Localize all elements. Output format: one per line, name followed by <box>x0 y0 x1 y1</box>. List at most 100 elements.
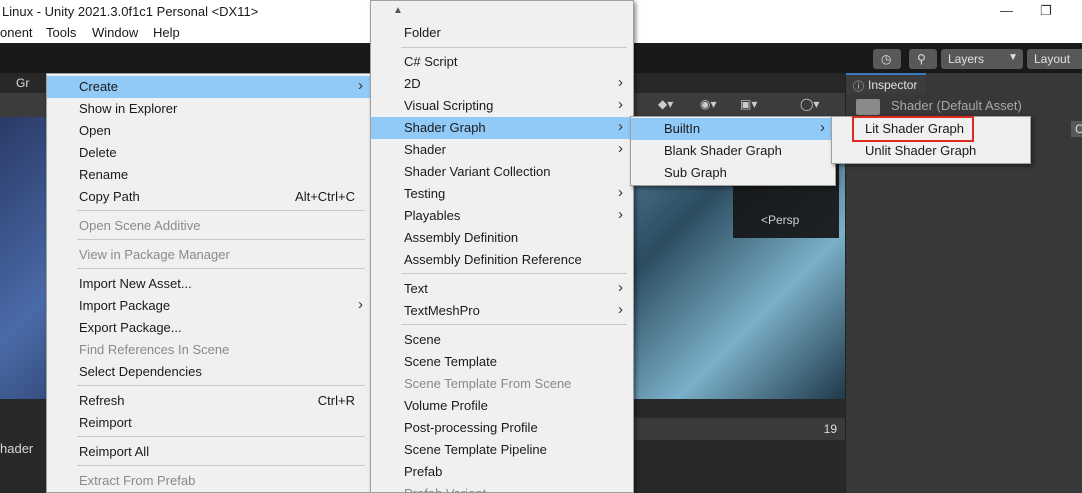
menu-item-label: Unlit Shader Graph <box>865 143 977 158</box>
menu-separator <box>77 268 365 269</box>
layout-dropdown[interactable]: Layout <box>1027 49 1082 69</box>
menu-item-label: Scene Template Pipeline <box>404 442 547 457</box>
menu-item-scene-template-from-scene: Scene Template From Scene <box>371 373 633 395</box>
minimize-icon[interactable]: — <box>1000 3 1013 18</box>
menu-item-text[interactable]: Text › <box>371 278 633 300</box>
menu-item-label: Rename <box>79 167 129 182</box>
menu-item-import-new-asset[interactable]: Import New Asset... <box>47 273 371 295</box>
annotation-highlight-box <box>852 116 974 142</box>
menu-item-delete[interactable]: Delete <box>47 142 371 164</box>
menu-item-copy-path[interactable]: Copy Path Alt+Ctrl+C <box>47 186 371 208</box>
restore-icon[interactable]: ❐ <box>1040 3 1052 19</box>
menu-component[interactable]: onent <box>0 25 33 40</box>
menu-item-assembly-definition-reference[interactable]: Assembly Definition Reference <box>371 249 633 271</box>
menu-item-label: Export Package... <box>79 320 182 335</box>
project-tab-partial[interactable]: hader <box>0 441 33 456</box>
menu-item-import-package[interactable]: Import Package › <box>47 295 371 317</box>
menu-item-reimport[interactable]: Reimport <box>47 412 371 434</box>
menu-item-find-references-in-scene: Find References In Scene <box>47 339 371 361</box>
menu-item-label: Shader <box>404 142 446 157</box>
gizmo-toggle-icon[interactable]: ◆▾ <box>658 97 673 111</box>
menu-item-label: Reimport All <box>79 444 150 459</box>
menu-item-blank-shader-graph[interactable]: Blank Shader Graph <box>631 140 835 162</box>
chevron-right-icon: › <box>618 184 623 201</box>
menu-item-scene-template[interactable]: Scene Template <box>371 351 633 373</box>
menu-item-assembly-definition[interactable]: Assembly Definition <box>371 227 633 249</box>
info-icon: ⓘ <box>853 81 864 93</box>
chevron-right-icon: › <box>820 119 825 136</box>
menu-item-label: Sub Graph <box>664 165 727 180</box>
hidden-count[interactable]: 19 <box>824 422 837 436</box>
builtin-submenu: Lit Shader Graph Unlit Shader Graph <box>831 116 1031 164</box>
tab-game-partial[interactable]: Gr <box>16 76 29 90</box>
search-icon: ⚲ <box>917 52 926 66</box>
chevron-down-icon: ▼ <box>1008 52 1018 63</box>
menu-item-shader-graph[interactable]: Shader Graph › <box>371 117 633 139</box>
menu-item-folder[interactable]: Folder <box>371 22 633 44</box>
menu-item-shader-variant-collection[interactable]: Shader Variant Collection <box>371 161 633 183</box>
asset-title: Shader (Default Asset) <box>891 98 1022 113</box>
menu-item-show-in-explorer[interactable]: Show in Explorer <box>47 98 371 120</box>
menu-item-unlit-shader-graph[interactable]: Unlit Shader Graph <box>832 140 1030 162</box>
camera-icon[interactable]: ▣▾ <box>740 97 757 111</box>
persp-label[interactable]: <Persp <box>761 213 799 227</box>
tab-inspector[interactable]: ⓘ Inspector <box>846 73 926 94</box>
visibility-icon[interactable]: ◉▾ <box>700 97 717 111</box>
menu-item-label: Blank Shader Graph <box>664 143 782 158</box>
menu-tools[interactable]: Tools <box>46 25 76 40</box>
menu-item-label: Shader Variant Collection <box>404 164 551 179</box>
menu-item-shortcut: Alt+Ctrl+C <box>295 189 355 204</box>
menu-item-scene[interactable]: Scene <box>371 329 633 351</box>
menu-item-view-in-package-manager: View in Package Manager <box>47 244 371 266</box>
menu-window[interactable]: Window <box>92 25 138 40</box>
menu-help[interactable]: Help <box>153 25 180 40</box>
menu-item-label: BuiltIn <box>664 121 701 136</box>
menu-item-lit-shader-graph[interactable]: Lit Shader Graph <box>832 116 1030 142</box>
menu-item-open[interactable]: Open <box>47 120 371 142</box>
menu-item-c-script[interactable]: C# Script <box>371 51 633 73</box>
menu-separator <box>77 385 365 386</box>
menu-item-2d[interactable]: 2D › <box>371 73 633 95</box>
menu-item-shortcut: Ctrl+R <box>317 393 355 408</box>
chevron-right-icon: › <box>618 301 623 318</box>
menu-item-volume-profile[interactable]: Volume Profile <box>371 395 633 417</box>
menu-item-label: Open Scene Additive <box>79 218 201 233</box>
chevron-right-icon: › <box>618 96 623 113</box>
menu-item-create[interactable]: Create › <box>47 76 371 98</box>
menu-item-playables[interactable]: Playables › <box>371 205 633 227</box>
open-button-partial[interactable]: C <box>1071 121 1082 137</box>
menu-item-label: Copy Path <box>79 189 140 204</box>
layers-label: Layers <box>948 52 985 66</box>
chevron-right-icon: › <box>618 118 623 135</box>
menu-item-reimport-all[interactable]: Reimport All <box>47 441 371 463</box>
globe-icon[interactable]: ◯▾ <box>800 97 819 111</box>
history-button[interactable]: ◷ <box>873 49 901 69</box>
menu-item-export-package[interactable]: Export Package... <box>47 317 371 339</box>
menu-item-textmeshpro[interactable]: TextMeshPro › <box>371 300 633 322</box>
menu-item-label: View in Package Manager <box>79 247 230 262</box>
menu-item-testing[interactable]: Testing › <box>371 183 633 205</box>
menu-separator <box>77 436 365 437</box>
menu-item-label: Delete <box>79 145 117 160</box>
menu-item-sub-graph[interactable]: Sub Graph <box>631 162 835 184</box>
menu-item-post-processing-profile[interactable]: Post-processing Profile <box>371 417 633 439</box>
menu-item-builtin[interactable]: BuiltIn › <box>631 118 835 140</box>
layers-dropdown[interactable]: Layers ▼ <box>941 49 1023 69</box>
menu-item-select-dependencies[interactable]: Select Dependencies <box>47 361 371 383</box>
menu-item-visual-scripting[interactable]: Visual Scripting › <box>371 95 633 117</box>
menu-item-label: Scene Template <box>404 354 497 369</box>
menu-item-shader[interactable]: Shader › <box>371 139 633 161</box>
menu-item-label: Shader Graph <box>404 120 486 135</box>
scroll-up-icon[interactable]: ▲ <box>393 5 403 16</box>
menu-item-refresh[interactable]: Refresh Ctrl+R <box>47 390 371 412</box>
menu-item-label: 2D <box>404 76 421 91</box>
menu-item-scene-template-pipeline[interactable]: Scene Template Pipeline <box>371 439 633 461</box>
search-button[interactable]: ⚲ <box>909 49 937 69</box>
menu-item-label: C# Script <box>404 54 458 69</box>
menu-item-prefab[interactable]: Prefab <box>371 461 633 483</box>
create-submenu: ▲ Folder C# Script 2D › Visual Scripting › Sha… <box>370 0 634 493</box>
menu-separator <box>77 210 365 211</box>
menu-item-label: Post-processing Profile <box>404 420 538 435</box>
menu-item-label: Import Package <box>79 298 171 313</box>
menu-item-rename[interactable]: Rename <box>47 164 371 186</box>
